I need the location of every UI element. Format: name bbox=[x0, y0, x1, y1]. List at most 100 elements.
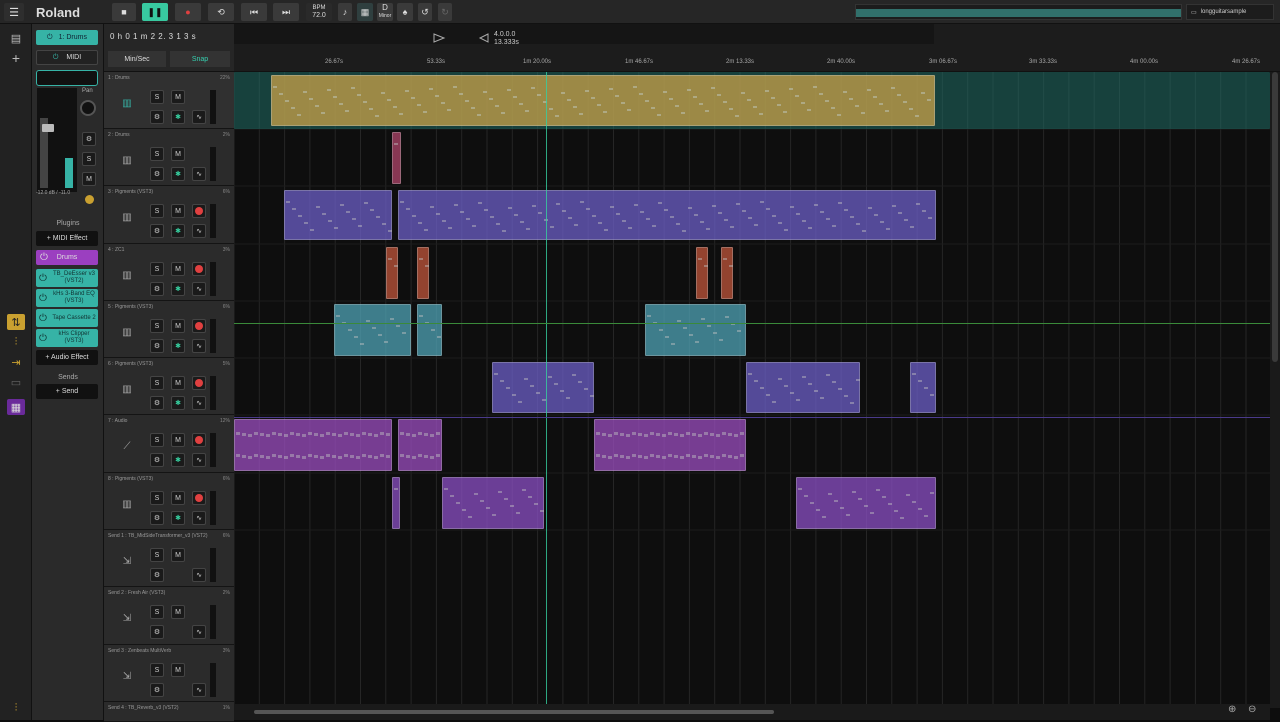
mute-button[interactable]: M bbox=[171, 319, 185, 333]
automation-icon[interactable]: ∿ bbox=[192, 568, 206, 582]
solo-button[interactable]: S bbox=[150, 433, 164, 447]
menu-button[interactable]: ☰ bbox=[4, 3, 24, 21]
grid-button[interactable]: ▦ bbox=[357, 3, 373, 21]
inspector-settings[interactable]: ⚙ bbox=[82, 132, 96, 146]
freeze-icon[interactable]: ✱ bbox=[171, 110, 185, 124]
track-header[interactable]: Send 3 : Zenbeats MultiVerb 3% ⇲ S M ⚙ ∿ bbox=[104, 645, 234, 702]
vertical-scrollbar[interactable] bbox=[1270, 72, 1280, 708]
track-header[interactable]: Send 1 : TB_MidSideTransformer_v3 (VST2)… bbox=[104, 530, 234, 587]
settings-icon[interactable]: ⚙ bbox=[150, 282, 164, 296]
scroll-thumb[interactable] bbox=[254, 710, 774, 714]
tuner-button[interactable]: ♠ bbox=[397, 3, 413, 21]
zoom-in-icon[interactable]: ⊕ bbox=[1228, 704, 1236, 715]
minsec-button[interactable]: Min/Sec bbox=[108, 51, 166, 67]
settings-icon[interactable]: ⚙ bbox=[150, 396, 164, 410]
inspector-type[interactable]: ⏻ MIDI bbox=[36, 50, 98, 65]
position-readout[interactable]: 0 h 0 1 m 2 2. 3 1 3 s bbox=[110, 32, 196, 41]
freeze-icon[interactable]: ✱ bbox=[171, 511, 185, 525]
mute-button[interactable]: M bbox=[171, 548, 185, 562]
key-display[interactable]: D Minor bbox=[377, 3, 393, 21]
settings-icon[interactable]: ⚙ bbox=[150, 339, 164, 353]
add-audio-effect-button[interactable]: + Audio Effect bbox=[36, 350, 98, 365]
plugin-slot[interactable]: ⏻ TB_DeEsser v3 (VST2) bbox=[36, 269, 98, 287]
midi-clip[interactable] bbox=[392, 132, 401, 184]
automation-icon[interactable]: ∿ bbox=[192, 282, 206, 296]
settings-icon[interactable]: ⚙ bbox=[150, 224, 164, 238]
record-arm-button[interactable] bbox=[192, 433, 206, 447]
pan-knob[interactable] bbox=[80, 100, 96, 116]
timeline-ruler[interactable]: 4.0.0.0 13.333s 26.67s 53.33s 1m 20.00s 1m … bbox=[234, 24, 1280, 72]
automation-icon[interactable]: ∿ bbox=[192, 339, 206, 353]
waveform-overview[interactable] bbox=[855, 4, 1182, 20]
midi-clip[interactable] bbox=[746, 362, 860, 413]
midi-clip[interactable] bbox=[721, 247, 733, 299]
automation-icon[interactable]: ∿ bbox=[192, 625, 206, 639]
mute-button[interactable]: M bbox=[171, 204, 185, 218]
solo-button[interactable]: S bbox=[150, 663, 164, 677]
horizontal-scrollbar[interactable]: ⊕ ⊖ bbox=[234, 704, 1270, 720]
midi-clip[interactable] bbox=[386, 247, 398, 299]
stop-button[interactable]: ■ bbox=[112, 3, 136, 21]
midi-clip[interactable] bbox=[417, 304, 442, 356]
midi-clip[interactable] bbox=[417, 247, 429, 299]
settings-icon[interactable]: ⚙ bbox=[150, 453, 164, 467]
settings-icon[interactable]: ⚙ bbox=[150, 568, 164, 582]
midi-clip[interactable] bbox=[271, 75, 935, 126]
record-arm-button[interactable] bbox=[192, 319, 206, 333]
redo-button[interactable]: ↻ bbox=[438, 3, 452, 21]
audio-clip[interactable] bbox=[398, 419, 442, 471]
mixer-icon[interactable]: ⇅ bbox=[7, 314, 25, 330]
automation-icon[interactable]: ∿ bbox=[192, 167, 206, 181]
record-button[interactable]: ● bbox=[175, 3, 201, 21]
midi-clip[interactable] bbox=[796, 477, 936, 529]
settings-icon[interactable]: ⚙ bbox=[150, 511, 164, 525]
freeze-icon[interactable]: ✱ bbox=[171, 396, 185, 410]
mute-button[interactable]: M bbox=[171, 663, 185, 677]
track-header[interactable]: 3 : Pigments (VST3) 6% ▥ S M ⚙ ∿ ✱ bbox=[104, 186, 234, 244]
automation-icon[interactable]: ∿ bbox=[192, 224, 206, 238]
eq-icon[interactable]: ⫶ bbox=[7, 334, 25, 350]
loop-button[interactable]: ⟲ bbox=[208, 3, 234, 21]
mute-button[interactable]: M bbox=[171, 90, 185, 104]
solo-button[interactable]: S bbox=[150, 491, 164, 505]
track-header[interactable]: 1 : Drums 22% ▥ S M ⚙ ∿ ✱ bbox=[104, 72, 234, 129]
piano-icon[interactable]: ▭ bbox=[7, 374, 25, 390]
freeze-icon[interactable]: ✱ bbox=[171, 282, 185, 296]
play-button[interactable]: ❚❚ bbox=[142, 3, 168, 21]
metronome-button[interactable]: ♪ bbox=[338, 3, 352, 21]
settings-icon[interactable]: ⚙ bbox=[150, 625, 164, 639]
freeze-icon[interactable]: ✱ bbox=[171, 453, 185, 467]
midi-clip[interactable] bbox=[492, 362, 594, 413]
track-header[interactable]: 7 : Audio 12% ⟋ S M ⚙ ∿ ✱ bbox=[104, 415, 234, 473]
inspector-mute[interactable]: M bbox=[82, 172, 96, 186]
midi-clip[interactable] bbox=[645, 304, 746, 356]
scroll-thumb[interactable] bbox=[1272, 72, 1278, 362]
midi-clip[interactable] bbox=[910, 362, 936, 413]
snap-button[interactable]: Snap bbox=[170, 51, 230, 67]
midi-clip[interactable] bbox=[392, 477, 400, 529]
track-header[interactable]: 8 : Pigments (VST3) 6% ▥ S M ⚙ ∿ ✱ bbox=[104, 473, 234, 530]
volume-fader[interactable] bbox=[42, 124, 54, 132]
inspector-track-name[interactable]: ⏻ 1: Drums bbox=[36, 30, 98, 45]
settings-icon[interactable]: ⫶ bbox=[7, 700, 25, 716]
track-header[interactable]: Send 4 : TB_Reverb_v3 (VST2) 1% bbox=[104, 702, 234, 722]
solo-button[interactable]: S bbox=[150, 605, 164, 619]
midi-clip[interactable] bbox=[334, 304, 411, 356]
midi-clip[interactable] bbox=[442, 477, 544, 529]
track-header[interactable]: 6 : Pigments (VST3) 5% ▥ S M ⚙ ∿ ✱ bbox=[104, 358, 234, 415]
inspector-dot-icon[interactable] bbox=[85, 195, 94, 204]
audio-clip[interactable] bbox=[594, 419, 746, 471]
track-header[interactable]: 4 : ZC1 3% ▥ S M ⚙ ∿ ✱ bbox=[104, 244, 234, 301]
mute-button[interactable]: M bbox=[171, 376, 185, 390]
undo-button[interactable]: ↺ bbox=[418, 3, 432, 21]
midi-clip[interactable] bbox=[696, 247, 708, 299]
automation-icon[interactable]: ∿ bbox=[192, 396, 206, 410]
inspector-solo[interactable]: S bbox=[82, 152, 96, 166]
freeze-icon[interactable]: ✱ bbox=[171, 339, 185, 353]
instrument-slot[interactable]: ⏻ Drums bbox=[36, 250, 98, 265]
track-header[interactable]: Send 2 : Fresh Air (VST3) 2% ⇲ S M ⚙ ∿ bbox=[104, 587, 234, 645]
bpm-display[interactable]: BPM 72.0 bbox=[306, 3, 332, 21]
plugin-slot[interactable]: ⏻ kHs 3-Band EQ (VST3) bbox=[36, 289, 98, 307]
add-track-icon[interactable]: + bbox=[7, 50, 25, 66]
add-send-button[interactable]: + Send bbox=[36, 384, 98, 399]
